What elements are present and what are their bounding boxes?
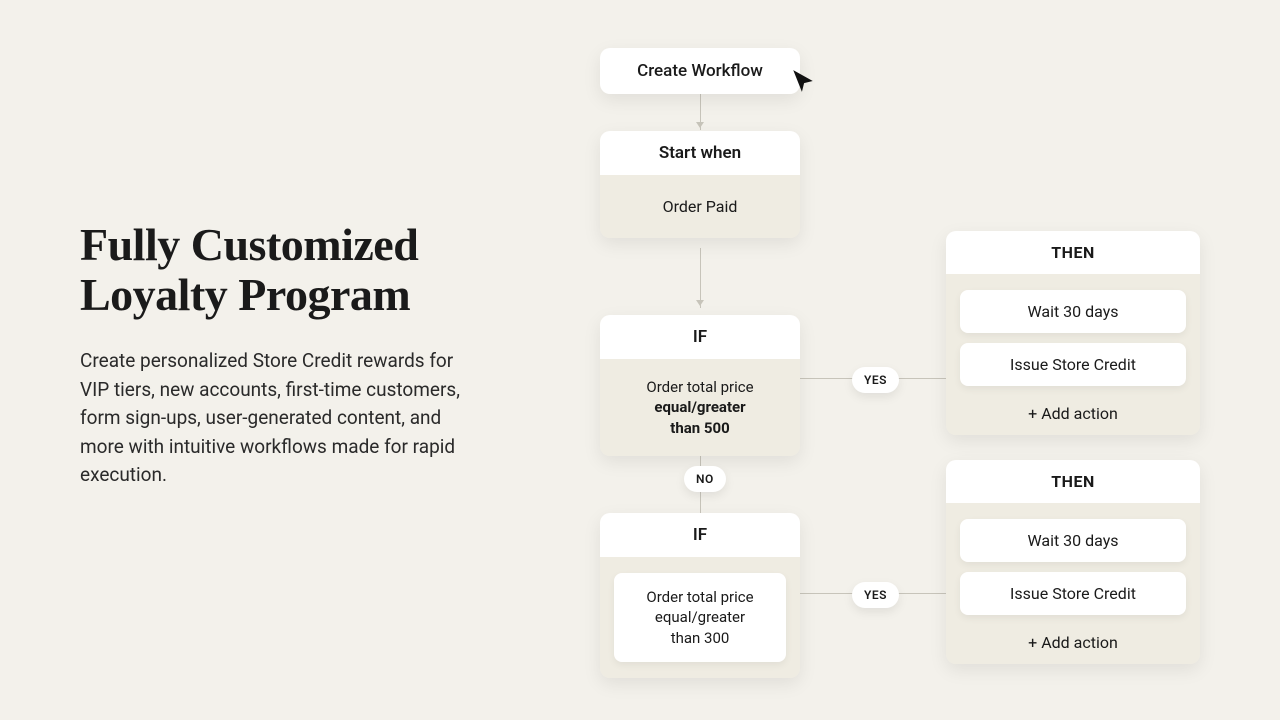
- create-workflow-label: Create Workflow: [637, 61, 763, 81]
- then1-add-action[interactable]: + Add action: [960, 396, 1186, 425]
- start-when-head: Start when: [600, 131, 800, 175]
- create-workflow-button[interactable]: Create Workflow: [600, 48, 800, 94]
- then-card-2[interactable]: THEN Wait 30 days Issue Store Credit + A…: [946, 460, 1200, 664]
- if-head-2: IF: [600, 513, 800, 557]
- then-head-1: THEN: [946, 231, 1200, 274]
- then2-action-wait[interactable]: Wait 30 days: [960, 519, 1186, 562]
- if-head: IF: [600, 315, 800, 359]
- if1-condition: Order total price equal/greater than 500: [600, 359, 800, 456]
- if-card-2[interactable]: IF Order total price equal/greater than …: [600, 513, 800, 678]
- if2-condition: Order total price equal/greater than 300: [614, 573, 786, 662]
- workflow-canvas: Create Workflow Start when Order Paid IF…: [600, 48, 1220, 688]
- then1-action-issue-credit[interactable]: Issue Store Credit: [960, 343, 1186, 386]
- then-card-1[interactable]: THEN Wait 30 days Issue Store Credit + A…: [946, 231, 1200, 435]
- yes-label-2: YES: [852, 582, 899, 608]
- if-card-1[interactable]: IF Order total price equal/greater than …: [600, 315, 800, 456]
- then2-add-action[interactable]: + Add action: [960, 625, 1186, 654]
- then-head-2: THEN: [946, 460, 1200, 503]
- arrow-down-icon: [696, 122, 704, 128]
- connector: [700, 248, 701, 308]
- no-label: NO: [684, 466, 726, 492]
- start-when-trigger: Order Paid: [600, 175, 800, 238]
- then1-action-wait[interactable]: Wait 30 days: [960, 290, 1186, 333]
- if2-condition-wrap: Order total price equal/greater than 300: [600, 557, 800, 678]
- yes-label-1: YES: [852, 367, 899, 393]
- then2-action-issue-credit[interactable]: Issue Store Credit: [960, 572, 1186, 615]
- hero-title: Fully Customized Loyalty Program: [80, 220, 460, 319]
- hero-body: Create personalized Store Credit rewards…: [80, 347, 460, 490]
- arrow-down-icon: [696, 300, 704, 306]
- start-when-card[interactable]: Start when Order Paid: [600, 131, 800, 238]
